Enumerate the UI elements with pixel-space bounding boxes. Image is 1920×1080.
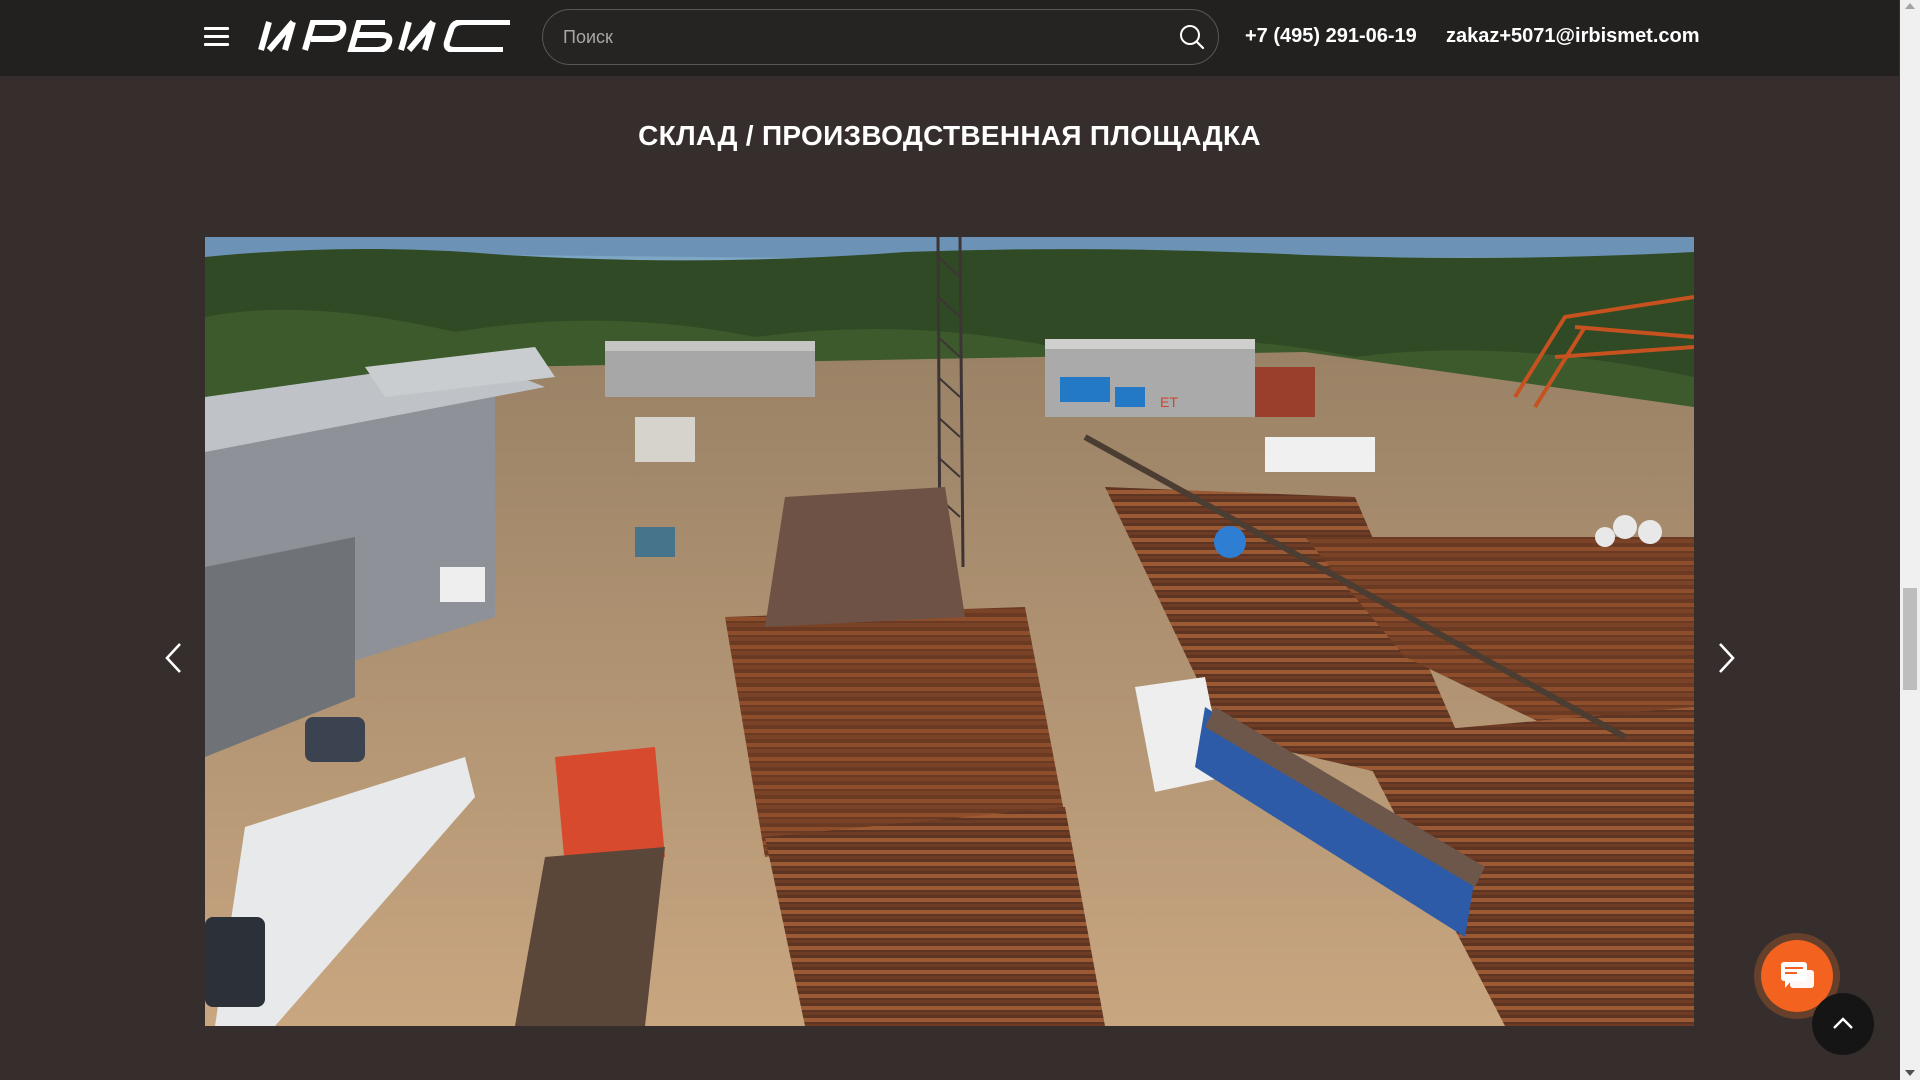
slider-image: ЕТ [205,237,1694,1026]
scroll-top-button[interactable] [1812,993,1874,1055]
building-sign: ЕТ [1160,394,1178,410]
scroll-thumb[interactable] [1903,588,1917,690]
scrollbar[interactable] [1900,0,1920,1080]
chevron-up-icon [1833,1017,1853,1029]
chevron-left-icon[interactable] [162,640,186,676]
site-header: +7 (495) 291-06-19 zakaz+5071@irbismet.c… [0,0,1899,76]
search-input[interactable] [561,10,1145,65]
chevron-right-icon[interactable] [1714,640,1738,676]
phone-link[interactable]: +7 (495) 291-06-19 [1245,25,1417,48]
section-title: СКЛАД / ПРОИЗВОДСТВЕННАЯ ПЛОЩАДКА [638,120,1261,151]
scroll-up-arrow[interactable] [1905,3,1915,9]
email-link[interactable]: zakaz+5071@irbismet.com [1446,25,1700,48]
scroll-down-arrow[interactable] [1905,1070,1915,1076]
search-icon[interactable] [1178,23,1206,51]
search-bar [542,9,1219,65]
menu-icon[interactable] [204,27,229,47]
logo[interactable] [255,19,517,53]
